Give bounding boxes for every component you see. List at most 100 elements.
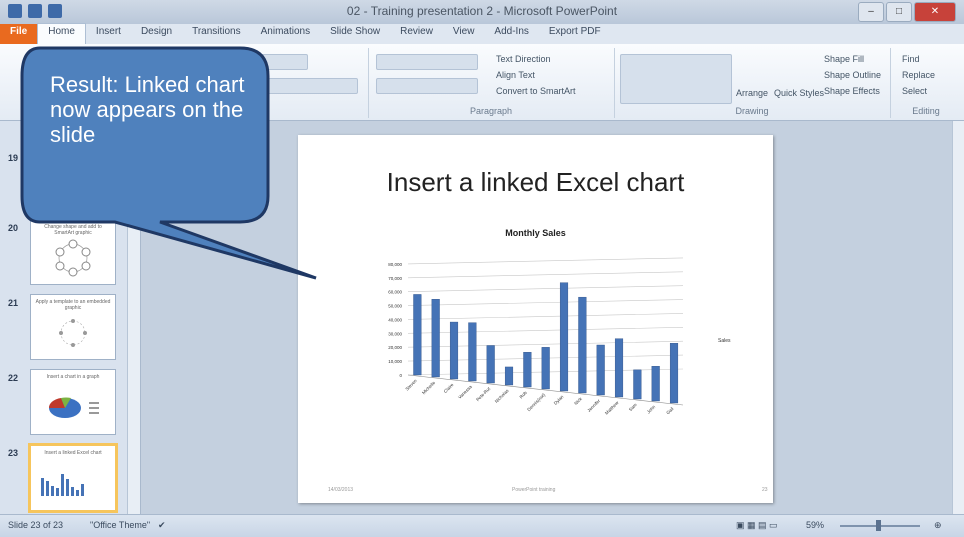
convert-smartart-button[interactable]: Convert to SmartArt	[496, 86, 576, 96]
align-text-button[interactable]: Align Text	[496, 70, 535, 80]
chart-bar	[431, 299, 440, 378]
gridline	[407, 299, 684, 306]
minimize-button[interactable]: –	[858, 2, 884, 22]
slide-thumbnail-22[interactable]: Insert a chart in a graph	[30, 369, 116, 435]
chart-bar	[614, 338, 624, 398]
editing-group: Find Replace Select Editing	[890, 48, 962, 118]
gridline	[407, 285, 684, 292]
x-tick-label: Steven	[404, 378, 418, 392]
slide-thumbnail-20[interactable]: Change shape and add to SmartArt graphic	[30, 219, 116, 285]
slide[interactable]: Insert a linked Excel chart Monthly Sale…	[298, 135, 773, 503]
footer-text: PowerPoint training	[512, 487, 556, 493]
editing-label: Editing	[912, 106, 940, 116]
thumbnail-scrollbar[interactable]	[127, 121, 140, 514]
chart-bar	[504, 366, 514, 386]
find-button[interactable]: Find	[902, 54, 920, 64]
slide-thumbnail-23[interactable]: Insert a linked Excel chart	[28, 443, 118, 513]
thumb-number-21: 21	[8, 298, 19, 308]
tab-animations[interactable]: Animations	[251, 24, 320, 44]
window-title: 02 - Training presentation 2 - Microsoft…	[346, 4, 618, 18]
spellcheck-icon[interactable]: ✔	[158, 520, 166, 531]
gridline	[407, 271, 684, 279]
smartart-cycle-icon	[55, 239, 91, 277]
maximize-button[interactable]: □	[886, 2, 912, 22]
shapes-gallery[interactable]	[620, 54, 732, 104]
x-tick-label: Dennis(not)	[526, 392, 546, 412]
tab-export-pdf[interactable]: Export PDF	[539, 24, 611, 44]
x-tick-label: Nicholas	[494, 388, 510, 404]
vertical-scrollbar[interactable]	[952, 121, 964, 514]
ribbon-tabs: File Home Insert Design Transitions Anim…	[0, 23, 964, 44]
x-tick-label: Michelle	[421, 380, 437, 396]
select-button[interactable]: Select	[902, 86, 927, 96]
tab-home[interactable]: Home	[37, 23, 86, 44]
y-tick-label: 80,000	[388, 262, 402, 267]
paragraph-label: Paragraph	[469, 106, 513, 116]
chart-bar	[559, 282, 569, 392]
thumb-number-23: 23	[8, 448, 19, 458]
font-group	[250, 48, 369, 118]
title-bar: 02 - Training presentation 2 - Microsoft…	[0, 0, 964, 24]
replace-button[interactable]: Replace	[902, 70, 935, 80]
shape-fill-button[interactable]: Shape Fill	[824, 54, 864, 64]
tab-slide-show[interactable]: Slide Show	[320, 24, 390, 44]
list-buttons[interactable]	[376, 54, 478, 70]
linked-excel-chart[interactable]: 0 10,000 20,000 30,000 40,000 50,000 60,000 70,…	[298, 135, 773, 503]
slide-thumbnail-21[interactable]: Apply a template to an embedded graphic	[30, 294, 116, 360]
tab-add-ins[interactable]: Add-Ins	[484, 24, 538, 44]
font-size-box[interactable]	[256, 54, 308, 70]
thumb-number-19: 19	[8, 153, 19, 163]
close-button[interactable]: ✕	[914, 2, 956, 22]
chart-bar	[633, 369, 642, 400]
y-tick-label: 70,000	[388, 276, 402, 281]
x-tick-label: Claire	[443, 382, 455, 394]
fit-to-window-icon[interactable]: ⊕	[934, 520, 942, 531]
theme-name[interactable]: "Office Theme"	[90, 520, 150, 530]
y-tick-label: 30,000	[388, 331, 402, 336]
view-buttons[interactable]: ▣ ▦ ▤ ▭	[736, 520, 778, 531]
paragraph-group: Text Direction Align Text Convert to Sma…	[368, 48, 615, 118]
chart-bar	[468, 322, 477, 382]
chart-bar	[596, 344, 605, 396]
gridline	[407, 327, 684, 334]
slide-info: Slide 23 of 23	[8, 520, 64, 530]
chart-bar	[486, 345, 495, 384]
x-tick-label: Matthew	[604, 400, 620, 416]
y-tick-label: 10,000	[388, 359, 402, 364]
x-tick-label: Nick	[573, 396, 583, 406]
x-tick-label: Rob	[518, 390, 528, 400]
chart-bar	[669, 343, 679, 404]
x-tick-label: Vanessa	[457, 384, 473, 400]
quick-styles-button[interactable]: Quick Styles	[774, 88, 824, 98]
y-tick-label: 40,000	[388, 317, 402, 322]
zoom-level[interactable]: 59%	[806, 520, 824, 530]
shape-effects-button[interactable]: Shape Effects	[824, 86, 880, 96]
chart-legend: Sales	[718, 338, 731, 344]
text-direction-button[interactable]: Text Direction	[496, 54, 551, 64]
tab-design[interactable]: Design	[131, 24, 182, 44]
x-tick-label: Sam	[628, 402, 638, 412]
gridline	[407, 313, 684, 320]
pie-chart-icon	[48, 397, 99, 418]
arrange-button[interactable]: Arrange	[736, 88, 768, 98]
x-tick-label: Gail	[665, 406, 674, 415]
tab-insert[interactable]: Insert	[86, 24, 131, 44]
font-format-buttons[interactable]	[256, 78, 358, 94]
bar-chart-icon	[41, 474, 84, 496]
chart-bar	[541, 347, 550, 390]
tab-review[interactable]: Review	[390, 24, 443, 44]
tab-file[interactable]: File	[0, 24, 38, 44]
x-tick-label: Dylan	[553, 394, 565, 406]
align-buttons[interactable]	[376, 78, 478, 94]
y-tick-label: 0	[399, 373, 402, 378]
zoom-slider-knob[interactable]	[876, 520, 881, 531]
gridline	[407, 257, 684, 265]
status-bar: Slide 23 of 23 "Office Theme" ✔ ▣ ▦ ▤ ▭ …	[0, 514, 964, 537]
tab-transitions[interactable]: Transitions	[182, 24, 251, 44]
x-tick-label: Pete-Rut	[475, 386, 492, 403]
y-tick-label: 20,000	[388, 345, 402, 350]
shape-outline-button[interactable]: Shape Outline	[824, 70, 881, 80]
smartart-diagram-icon	[59, 319, 87, 347]
drawing-group: Arrange Quick Styles Shape Fill Shape Ou…	[614, 48, 891, 118]
tab-view[interactable]: View	[443, 24, 485, 44]
